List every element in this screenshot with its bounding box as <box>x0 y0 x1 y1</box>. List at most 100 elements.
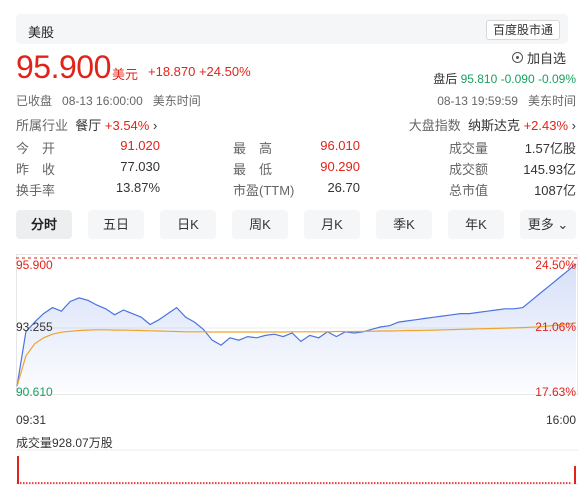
volume-bar <box>29 482 31 484</box>
industry-link[interactable]: 所属行业 餐厅 +3.54% › <box>16 115 157 134</box>
volume-bar <box>149 482 151 484</box>
volume-bar <box>560 482 562 484</box>
volume-bar <box>275 482 277 484</box>
add-watchlist-button[interactable]: 加自选 <box>511 48 566 67</box>
volume-bar <box>296 482 298 484</box>
current-price: 95.900 <box>16 49 111 85</box>
volume-bar <box>332 482 334 484</box>
volume-bar <box>251 482 253 484</box>
volume-bar <box>425 482 427 484</box>
volume-bar <box>68 482 70 484</box>
intraday-chart[interactable]: 95.900 93.255 90.610 24.50% 21.06% 17.63… <box>16 254 578 486</box>
volume-bar <box>137 482 139 484</box>
volume-bar <box>188 482 190 484</box>
price-axis-bottom: 90.610 <box>16 385 53 399</box>
after-hours-time-info: 08-13 19:59:59 美东时间 <box>437 92 576 109</box>
after-hours-value: 95.810 -0.090 -0.09% <box>460 72 576 86</box>
volume-bar <box>173 482 175 484</box>
tab-daily-k[interactable]: 日K <box>160 210 216 239</box>
chevron-down-icon: ⌄ <box>557 217 569 232</box>
volume-bar <box>566 482 568 484</box>
volume-bar <box>152 482 154 484</box>
volume-bar <box>344 482 346 484</box>
volume-label: 成交量928.07万股 <box>16 436 113 450</box>
tab-more[interactable]: 更多 ⌄ <box>520 210 576 239</box>
volume-bar <box>311 482 313 484</box>
stat-value: 13.87% <box>115 180 160 195</box>
volume-bar <box>404 482 406 484</box>
volume-bar <box>278 482 280 484</box>
index-label: 大盘指数 <box>408 118 461 133</box>
volume-bar <box>284 482 286 484</box>
volume-bar <box>527 482 529 484</box>
volume-bar <box>482 482 484 484</box>
volume-bar <box>161 482 163 484</box>
volume-bar <box>548 482 550 484</box>
volume-bar <box>452 482 454 484</box>
volume-bar <box>398 482 400 484</box>
market-tab-us[interactable]: 美股 <box>28 22 54 41</box>
volume-bar <box>554 482 556 484</box>
volume-bar <box>371 482 373 484</box>
volume-bar <box>437 482 439 484</box>
industry-label: 所属行业 <box>16 118 69 133</box>
stat-label: 总市值 <box>449 183 489 198</box>
source-badge[interactable]: 百度股市通 <box>485 20 560 40</box>
tab-weekly-k[interactable]: 周K <box>232 210 288 239</box>
volume-bar <box>203 482 205 484</box>
tab-quarterly-k[interactable]: 季K <box>376 210 432 239</box>
volume-bar <box>353 482 355 484</box>
volume-bar <box>218 482 220 484</box>
stat-value: 91.020 <box>120 138 160 153</box>
volume-bar <box>89 482 91 484</box>
volume-bar <box>536 482 538 484</box>
volume-bar <box>185 482 187 484</box>
volume-bar <box>140 482 142 484</box>
industry-name: 餐厅 <box>75 118 102 133</box>
stat-amount: 成交额 145.93亿 <box>449 159 576 177</box>
volume-bar <box>170 482 172 484</box>
stat-market-cap: 总市值 1087亿 <box>449 180 576 198</box>
after-hours-timezone: 美东时间 <box>527 94 576 108</box>
market-index-link[interactable]: 大盘指数 纳斯达克 +2.43% › <box>409 115 576 134</box>
volume-bar <box>467 482 469 484</box>
intraday-chart-svg <box>16 254 578 485</box>
volume-bar <box>470 482 472 484</box>
tab-monthly-k[interactable]: 月K <box>304 210 360 239</box>
volume-bar <box>230 482 232 484</box>
volume-bar <box>254 482 256 484</box>
volume-bar <box>38 482 40 484</box>
volume-bar <box>365 482 367 484</box>
volume-bar <box>317 482 319 484</box>
volume-bar <box>539 482 541 484</box>
volume-bar <box>530 482 532 484</box>
volume-bar <box>257 482 259 484</box>
stat-value: 145.93亿 <box>523 162 576 177</box>
tab-yearly-k[interactable]: 年K <box>448 210 504 239</box>
volume-bar <box>350 482 352 484</box>
volume-bar <box>245 482 247 484</box>
add-circle-icon <box>511 52 523 63</box>
volume-bar <box>209 482 211 484</box>
volume-bar <box>74 482 76 484</box>
volume-bar <box>416 482 418 484</box>
volume-bar <box>62 482 64 484</box>
add-watchlist-label: 加自选 <box>526 51 566 66</box>
volume-bar <box>302 482 304 484</box>
tab-five-day[interactable]: 五日 <box>88 210 144 239</box>
stat-value: 96.010 <box>320 138 360 153</box>
currency-label: 美元 <box>112 67 139 82</box>
volume-bar <box>71 482 73 484</box>
volume-bar <box>431 482 433 484</box>
volume-bar <box>224 482 226 484</box>
stat-label: 最 高 <box>233 141 273 156</box>
volume-bar <box>422 482 424 484</box>
stat-value: 77.030 <box>120 159 160 174</box>
tab-intraday[interactable]: 分时 <box>16 210 72 239</box>
status-text: 已收盘 <box>16 94 53 108</box>
stats-grid: 今 开 91.020 昨 收 77.030 换手率 13.87% 最 高 96.… <box>16 138 576 198</box>
volume-bar <box>77 482 79 484</box>
volume-bar <box>455 482 457 484</box>
stat-label: 换手率 <box>16 183 56 198</box>
volume-bar <box>92 482 94 484</box>
